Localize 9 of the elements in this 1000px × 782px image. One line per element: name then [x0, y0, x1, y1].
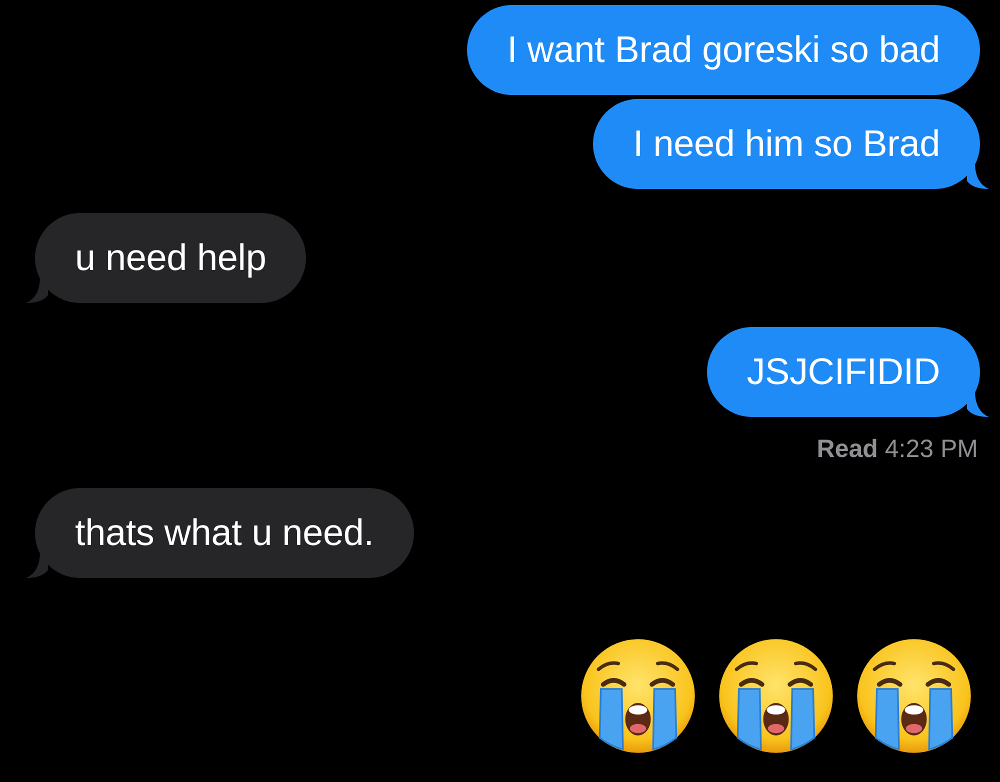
- read-receipt: Read 4:23 PM: [816, 435, 978, 464]
- sent-message: I want Brad goreski so bad: [467, 5, 980, 95]
- sent-message: JSJCIFIDID: [706, 327, 980, 417]
- crying-face-icon: [580, 638, 696, 754]
- sent-message: I need him so Brad: [593, 99, 980, 189]
- crying-face-icon: [718, 638, 834, 754]
- received-message: thats what u need.: [35, 488, 414, 578]
- crying-face-icon: [856, 638, 972, 754]
- received-message: u need help: [35, 213, 306, 303]
